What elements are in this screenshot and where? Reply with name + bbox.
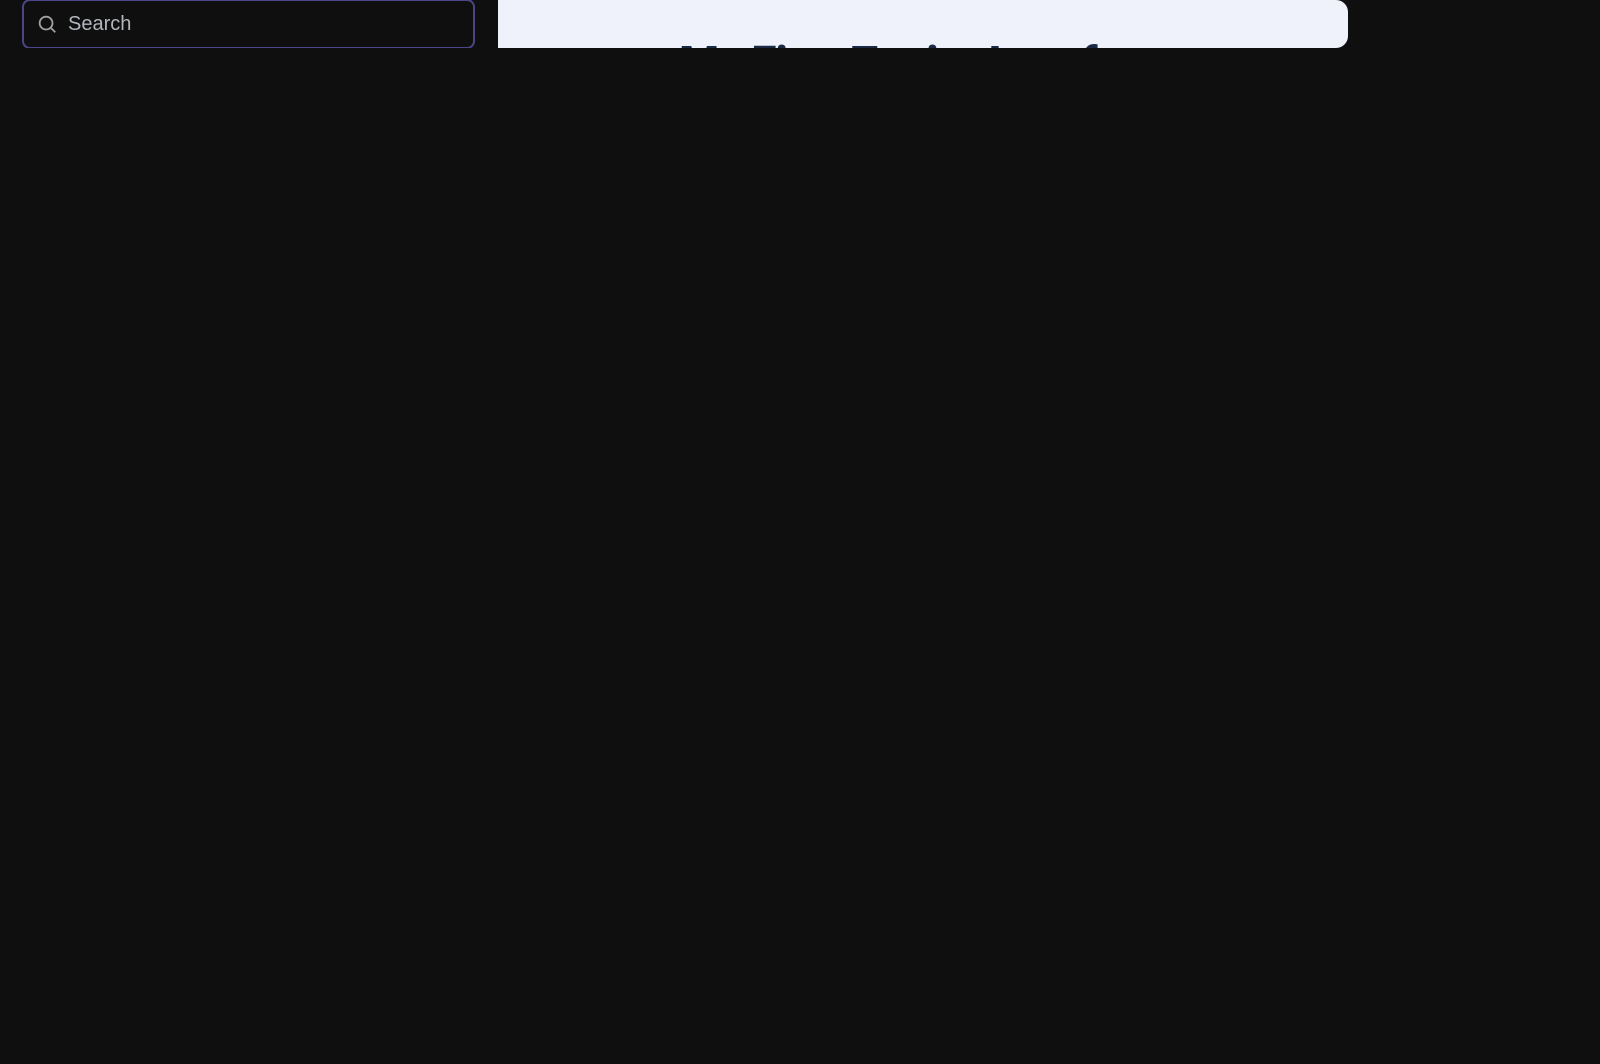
search-input[interactable] [68, 13, 461, 36]
search-field[interactable] [22, 0, 475, 48]
page-title: My First Zapier Interface [568, 37, 1278, 48]
search-icon [36, 13, 58, 35]
canvas: My First Zapier Interface low, you can f… [498, 0, 1348, 48]
